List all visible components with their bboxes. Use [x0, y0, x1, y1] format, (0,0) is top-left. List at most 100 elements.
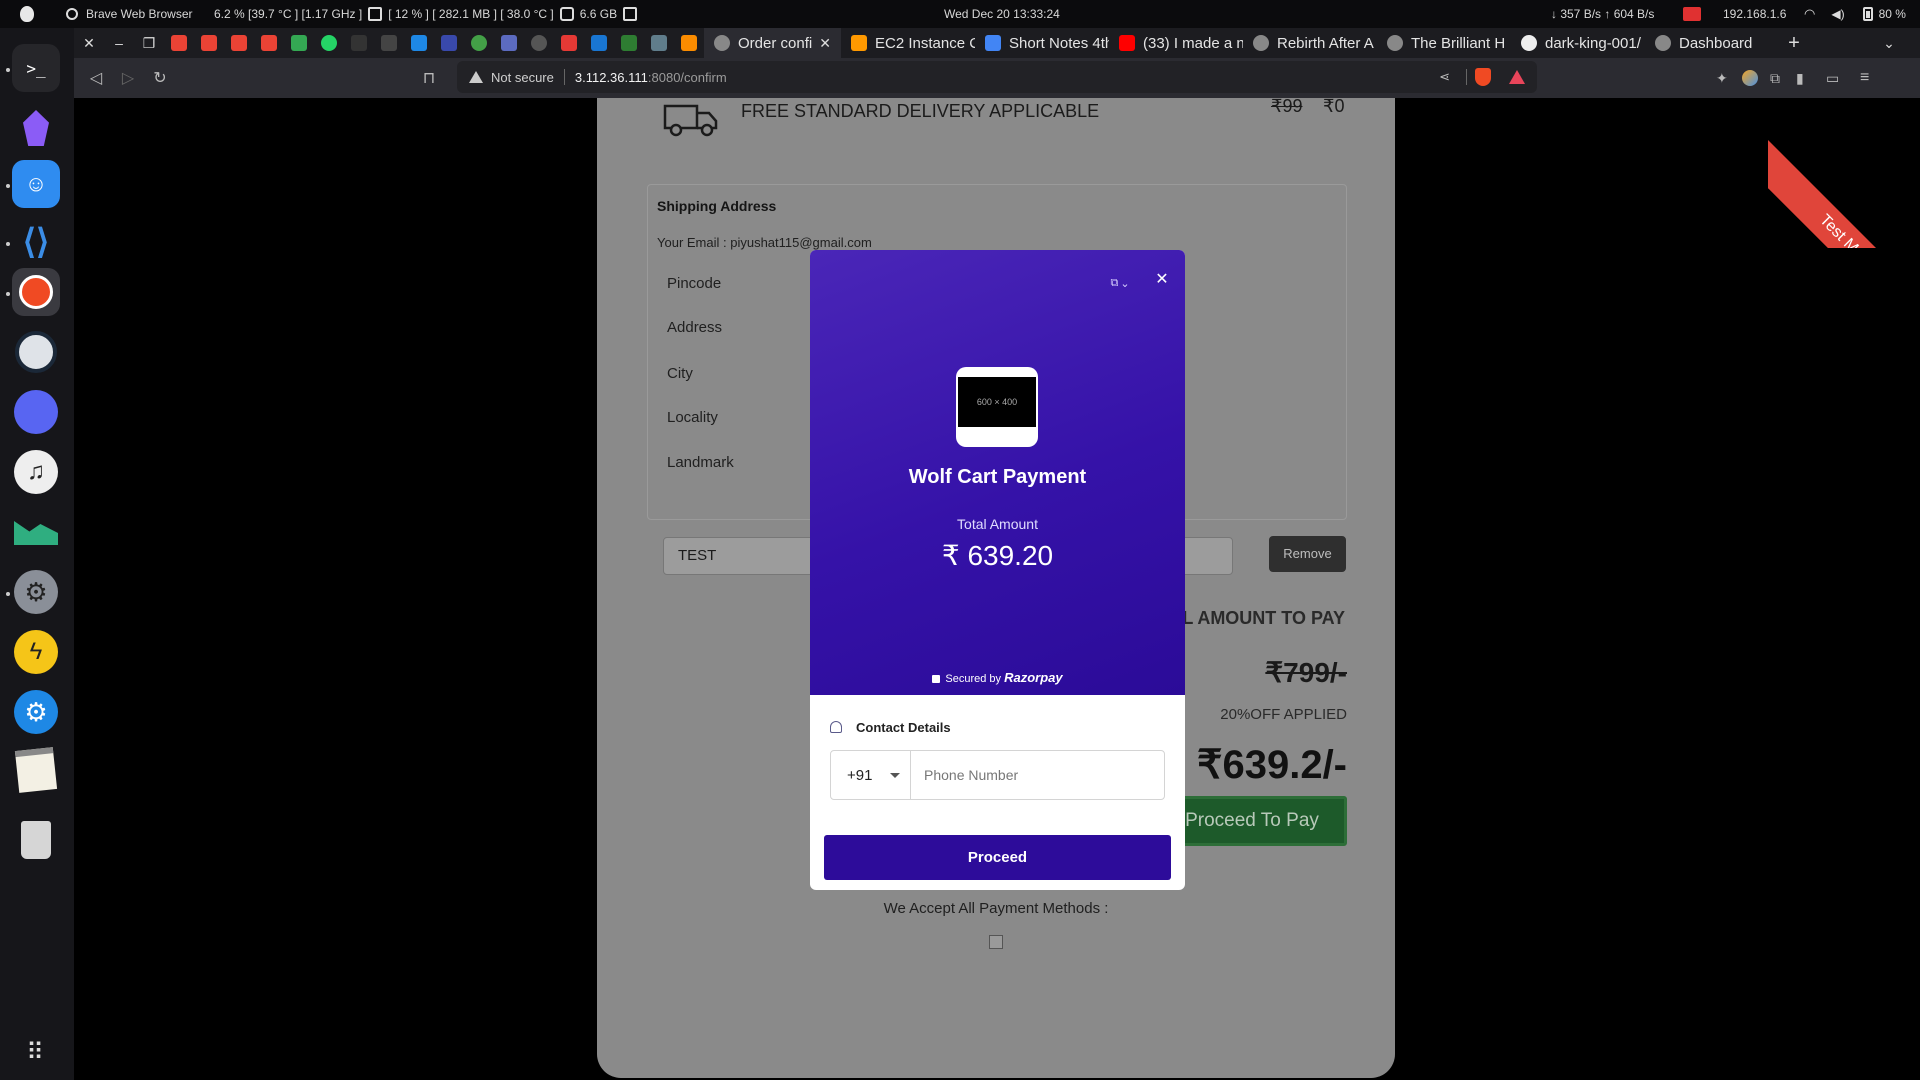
running-indicator	[6, 184, 10, 188]
tab-label: EC2 Instance C	[875, 34, 975, 52]
close-window-icon[interactable]: ✕	[74, 35, 104, 52]
tab-list-chevron-icon[interactable]: ⌄	[1874, 35, 1904, 52]
obsidian-icon[interactable]	[12, 104, 60, 152]
pinned-tab-icon[interactable]	[651, 35, 667, 51]
language-selector[interactable]: ⧉ ⌄	[1104, 274, 1136, 292]
proceed-to-pay-button[interactable]: Proceed To Pay	[1157, 796, 1347, 846]
notes-icon[interactable]	[12, 746, 60, 794]
extension-icon[interactable]	[1742, 70, 1758, 86]
close-icon[interactable]: ✕	[1152, 270, 1172, 290]
tab-label: dark-king-001/	[1545, 34, 1641, 52]
tab-dashboard[interactable]: Dashboard	[1645, 28, 1779, 58]
pinned-tab-icon[interactable]	[591, 35, 607, 51]
country-code-select[interactable]: +91	[831, 751, 911, 799]
delivery-new-price: ₹0	[1323, 98, 1345, 116]
x-pinned-icon[interactable]	[351, 35, 367, 51]
security-status[interactable]: Not secure	[491, 70, 554, 85]
music-icon[interactable]: ♫	[12, 448, 60, 496]
memory-stats: 6.6 GB	[579, 7, 618, 21]
finder-icon[interactable]: ☺	[12, 160, 60, 208]
landmark-label: Landmark	[667, 454, 734, 471]
drive-pinned-icon[interactable]	[291, 35, 307, 51]
pinned-tab-icon[interactable]	[561, 35, 577, 51]
settings-icon[interactable]: ⚙	[12, 568, 60, 616]
trash-icon[interactable]	[12, 816, 60, 864]
ip-address: 192.168.1.6	[1723, 7, 1787, 21]
tab-label: The Brilliant H	[1411, 34, 1506, 52]
steam-icon[interactable]	[12, 328, 60, 376]
system-monitor-icon[interactable]	[12, 506, 60, 554]
restore-icon[interactable]: ❐	[134, 35, 164, 52]
pinned-tab-icon[interactable]	[411, 35, 427, 51]
delivery-message: FREE STANDARD DELIVERY APPLICABLE	[741, 101, 1100, 121]
tab-github[interactable]: dark-king-001/	[1511, 28, 1645, 58]
url-path: :8080/confirm	[647, 69, 727, 85]
clock[interactable]: Wed Dec 20 13:33:24	[944, 7, 1060, 21]
tab-order-confirm[interactable]: Order confi ✕	[704, 28, 841, 58]
new-tab-icon[interactable]: +	[1779, 32, 1809, 55]
menu-icon[interactable]: ≡	[1860, 69, 1869, 87]
pinned-tab-icon[interactable]	[381, 35, 397, 51]
extensions-puzzle-icon[interactable]: ⧉	[1770, 70, 1780, 87]
phone-number-input[interactable]	[911, 751, 1164, 799]
tab-rebirth[interactable]: Rebirth After A	[1243, 28, 1377, 58]
pinned-tab-icon[interactable]	[501, 35, 517, 51]
reload-icon[interactable]: ↻	[144, 68, 176, 88]
pinned-tab-icon[interactable]	[681, 35, 697, 51]
pinned-tab-icon[interactable]	[531, 35, 547, 51]
app-grid-icon[interactable]: ⠿	[12, 1028, 60, 1076]
cpu-icon	[368, 7, 383, 21]
sidebar-icon[interactable]: ▮	[1796, 70, 1804, 87]
brave-icon[interactable]	[12, 268, 60, 316]
battery-icon[interactable]	[1862, 7, 1873, 21]
apple-icon[interactable]	[20, 6, 34, 22]
volume-icon[interactable]: ◀)	[1831, 7, 1844, 21]
razorpay-brand: Razorpay	[1004, 670, 1063, 685]
truck-icon	[663, 104, 718, 137]
bookmark-icon[interactable]: ⊓	[413, 68, 445, 88]
gear-app-icon[interactable]: ⚙	[12, 688, 60, 736]
wifi-icon[interactable]: ◠	[1804, 6, 1815, 22]
network-speed: ↓ 357 B/s ↑ 604 B/s	[1551, 7, 1655, 21]
running-indicator	[6, 242, 10, 246]
tab-label: Order confi	[738, 34, 813, 52]
country-code-value: +91	[847, 766, 873, 784]
pinned-tab-icon[interactable]	[471, 35, 487, 51]
gmail-pinned-icon[interactable]	[201, 35, 217, 51]
tab-short-notes[interactable]: Short Notes 4th	[975, 28, 1109, 58]
url-host: 3.112.36.111	[574, 69, 648, 85]
shipping-title: Shipping Address	[657, 198, 777, 214]
tab-ec2[interactable]: EC2 Instance C	[841, 28, 975, 58]
share-icon[interactable]: ⋖	[1439, 69, 1450, 85]
pinned-tab-icon[interactable]	[621, 35, 637, 51]
brave-rewards-icon[interactable]	[1509, 70, 1525, 84]
whatsapp-pinned-icon[interactable]	[321, 35, 337, 51]
record-icon[interactable]	[1683, 7, 1701, 21]
vscode-icon[interactable]: ⟨⟩	[12, 218, 60, 266]
tab-brilliant[interactable]: The Brilliant H	[1377, 28, 1511, 58]
address-bar[interactable]: Not secure 3.112.36.111:8080/confirm ⋖	[457, 61, 1537, 93]
docs-icon	[985, 35, 1001, 51]
brave-shields-icon[interactable]	[1475, 68, 1491, 86]
active-app-name: Brave Web Browser	[86, 7, 193, 21]
wallet-icon[interactable]: ✦	[1716, 70, 1728, 87]
proceed-button[interactable]: Proceed	[824, 835, 1171, 880]
forward-icon[interactable]: ▷	[112, 68, 144, 88]
terminal-icon[interactable]: >_	[12, 44, 60, 92]
minimize-icon[interactable]: –	[104, 35, 134, 51]
gmail-pinned-icon[interactable]	[261, 35, 277, 51]
close-tab-icon[interactable]: ✕	[819, 35, 831, 52]
discord-icon[interactable]	[12, 388, 60, 436]
gmail-pinned-icon[interactable]	[231, 35, 247, 51]
pinned-tab-icon[interactable]	[441, 35, 457, 51]
leo-icon[interactable]: ▭	[1826, 70, 1839, 87]
lightning-icon[interactable]: ϟ	[12, 628, 60, 676]
merchant-logo: 600 × 400	[956, 367, 1038, 447]
youtube-icon	[1119, 35, 1135, 51]
back-icon[interactable]: ◁	[80, 68, 112, 88]
remove-coupon-button[interactable]: Remove	[1269, 536, 1346, 572]
warning-icon	[469, 71, 483, 83]
tab-youtube[interactable]: (33) I made a n	[1109, 28, 1243, 58]
gmail-pinned-icon[interactable]	[171, 35, 187, 51]
logo-placeholder: 600 × 400	[958, 377, 1036, 427]
